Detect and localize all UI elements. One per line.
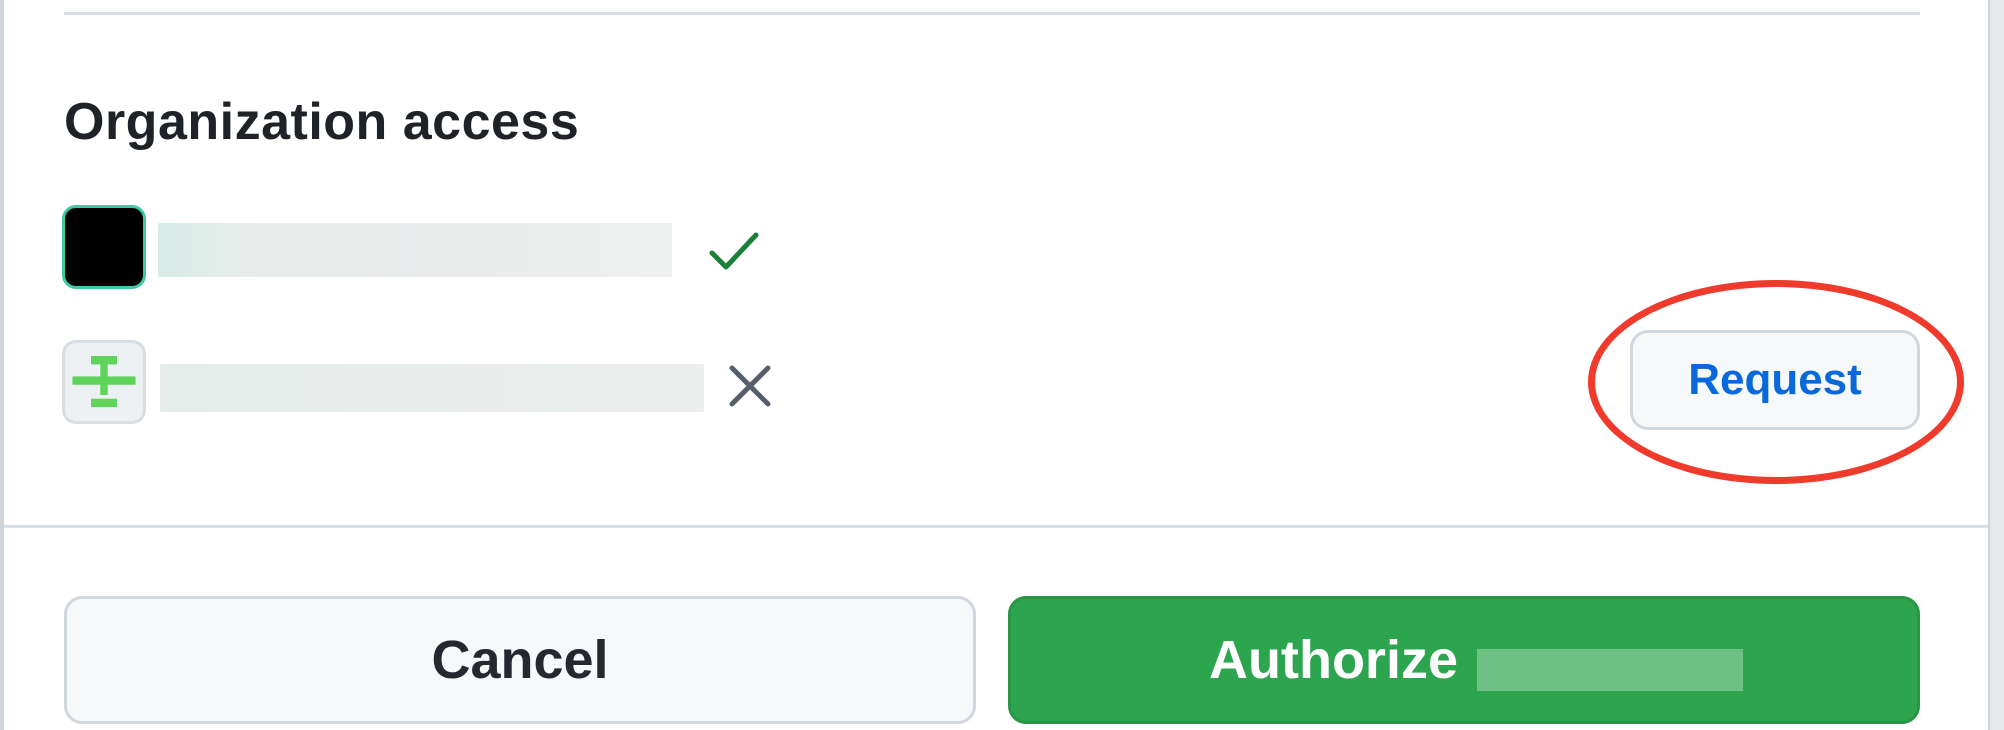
org-logo-icon [72,356,136,408]
footer-divider [4,525,1988,528]
request-access-button[interactable]: Request [1630,330,1920,430]
org-name-redacted [158,223,672,277]
oauth-authorize-dialog: Organization access Request Cancel Autho… [0,0,2004,730]
window-scrollbar[interactable] [1988,0,2004,730]
app-name-redacted [1477,649,1743,691]
authorize-button-label: Authorize [1209,630,1458,690]
top-divider [64,12,1920,15]
authorize-button[interactable]: Authorize [1008,596,1920,724]
check-icon [709,232,759,270]
org-row-granted [62,205,1922,295]
cancel-button[interactable]: Cancel [64,596,976,724]
org-name-redacted [160,364,704,412]
x-icon [729,365,771,407]
org-avatar [62,340,146,424]
org-avatar [62,205,146,289]
organization-access-title: Organization access [64,93,580,151]
window-left-edge [0,0,4,730]
